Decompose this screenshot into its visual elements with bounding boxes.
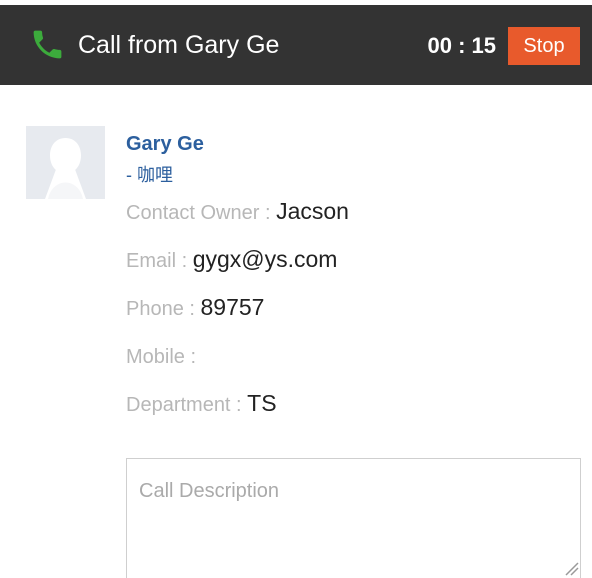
email-row: Email : gygx@ys.com bbox=[126, 245, 571, 293]
stop-button[interactable]: Stop bbox=[508, 27, 580, 65]
mobile-row: Mobile : bbox=[126, 341, 571, 389]
contact-details: Gary Ge - 咖哩 Contact Owner : Jacson Emai… bbox=[126, 130, 571, 437]
department-value: TS bbox=[247, 390, 277, 416]
person-placeholder-icon bbox=[26, 126, 105, 199]
call-panel: Call from Gary Ge 00 : 15 Stop Gary Ge -… bbox=[0, 0, 592, 578]
mobile-label: Mobile : bbox=[126, 346, 197, 368]
call-header: Call from Gary Ge 00 : 15 Stop bbox=[0, 5, 592, 85]
phone-value: 89757 bbox=[200, 294, 265, 320]
resize-handle-icon[interactable] bbox=[559, 556, 579, 576]
department-row: Department : TS bbox=[126, 389, 571, 437]
call-title: Call from Gary Ge bbox=[78, 31, 280, 59]
call-description-input[interactable] bbox=[126, 458, 581, 578]
department-label: Department : bbox=[126, 394, 248, 416]
contact-owner-label: Contact Owner : bbox=[126, 202, 277, 224]
avatar bbox=[26, 126, 105, 199]
contact-name-link[interactable]: Gary Ge bbox=[126, 130, 571, 161]
phone-row: Phone : 89757 bbox=[126, 293, 571, 341]
contact-note: - 咖哩 bbox=[126, 165, 173, 185]
email-value: gygx@ys.com bbox=[192, 246, 338, 272]
contact-owner-value: Jacson bbox=[276, 198, 349, 224]
call-timer: 00 : 15 bbox=[427, 33, 497, 58]
contact-owner-row: Contact Owner : Jacson bbox=[126, 197, 571, 245]
phone-icon bbox=[33, 30, 62, 59]
phone-label: Phone : bbox=[126, 298, 201, 320]
email-label: Email : bbox=[126, 250, 193, 272]
